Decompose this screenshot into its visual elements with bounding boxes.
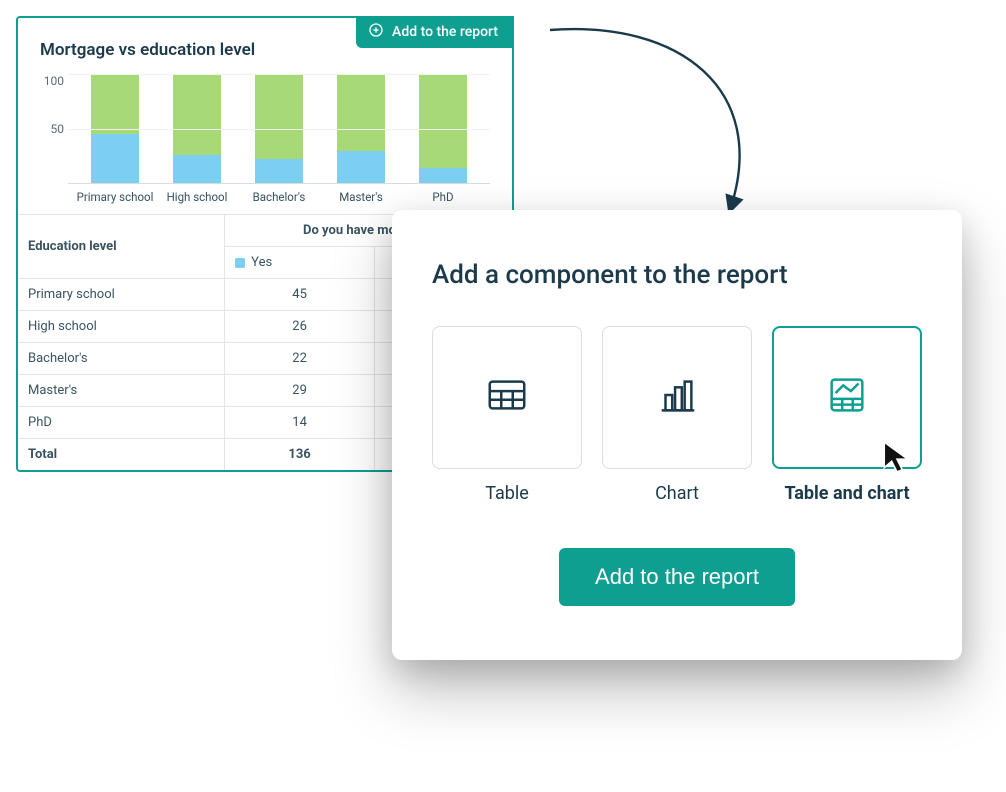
option-both-label: Table and chart <box>772 483 922 504</box>
x-tick-label: Bachelor's <box>238 190 320 204</box>
row-label: Master's <box>18 375 225 407</box>
cell-yes: 22 <box>225 343 375 375</box>
option-table[interactable]: Table <box>432 326 582 504</box>
add-to-report-button[interactable]: Add to the report <box>559 548 795 606</box>
option-chart[interactable]: Chart <box>602 326 752 504</box>
x-tick-label: High school <box>156 190 238 204</box>
row-label: Bachelor's <box>18 343 225 375</box>
x-tick-label: Master's <box>320 190 402 204</box>
modal-title: Add a component to the report <box>432 260 922 290</box>
row-header-label: Education level <box>18 215 225 279</box>
total-label: Total <box>18 439 225 471</box>
bar-chart-icon <box>654 372 700 422</box>
pointer-arrow <box>540 10 800 220</box>
chart-area: 100 50 <box>40 74 490 184</box>
cell-yes: 26 <box>225 311 375 343</box>
add-to-report-tag-label: Add to the report <box>392 24 498 40</box>
table-icon <box>484 372 530 422</box>
row-label: High school <box>18 311 225 343</box>
table-and-chart-icon <box>824 372 870 422</box>
option-table-label: Table <box>432 483 582 504</box>
cell-yes: 45 <box>225 279 375 311</box>
x-tick-label: Primary school <box>74 190 156 204</box>
row-label: PhD <box>18 407 225 439</box>
option-chart-label: Chart <box>602 483 752 504</box>
row-label: Primary school <box>18 279 225 311</box>
y-tick: 100 <box>40 74 64 88</box>
stacked-bar-plot <box>68 74 490 184</box>
cell-yes: 14 <box>225 407 375 439</box>
y-tick: 50 <box>40 122 64 136</box>
add-component-modal: Add a component to the report Table <box>392 210 962 660</box>
option-table-and-chart[interactable]: Table and chart <box>772 326 922 504</box>
total-yes: 136 <box>225 439 375 471</box>
add-to-report-tag[interactable]: Add to the report <box>356 16 514 48</box>
cell-yes: 29 <box>225 375 375 407</box>
col-yes-header: Yes <box>225 247 375 279</box>
x-tick-label: PhD <box>402 190 484 204</box>
plus-circle-icon <box>368 22 384 42</box>
